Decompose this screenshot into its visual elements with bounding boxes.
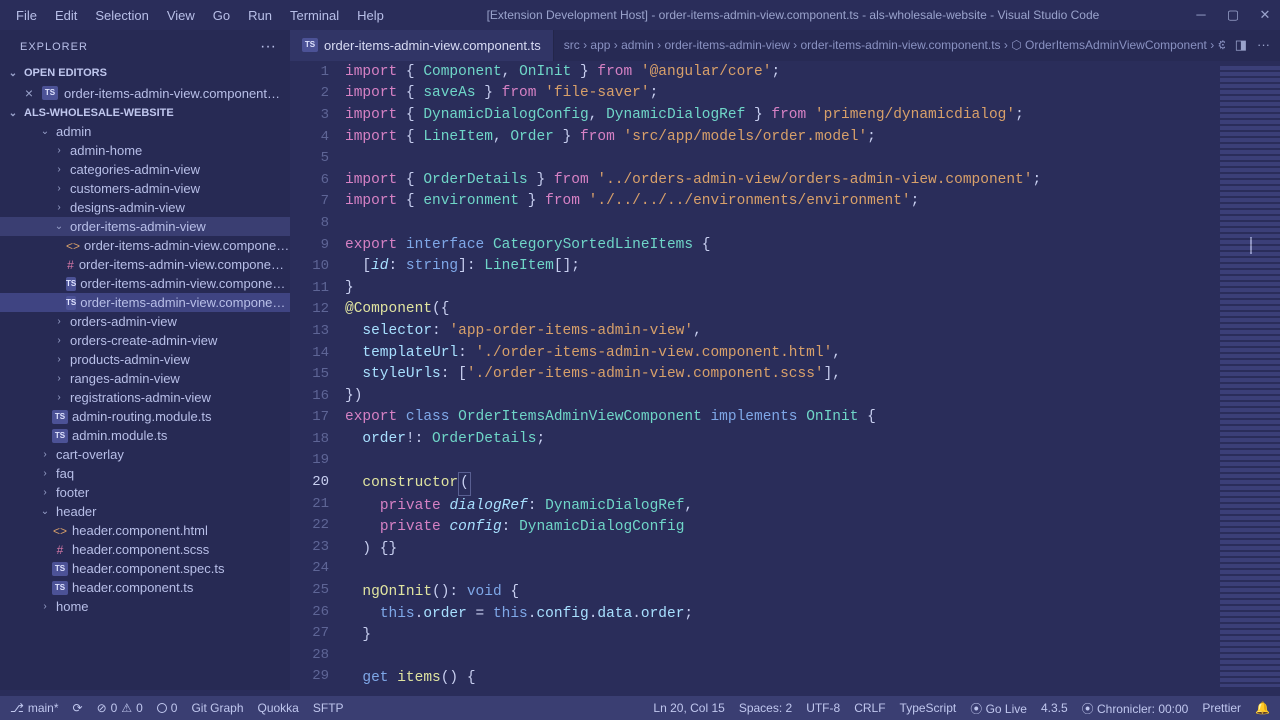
status-bar: ⎇ main* ⟳ ⊘ 0 ⚠ 0 0 Git Graph Quokka SFT… bbox=[0, 696, 1280, 720]
tree-item[interactable]: TS header.component.spec.ts bbox=[0, 559, 290, 578]
status-bell-icon[interactable]: 🔔 bbox=[1255, 701, 1270, 715]
tree-item[interactable]: TS order-items-admin-view.compone… bbox=[0, 274, 290, 293]
tree-item[interactable]: › ranges-admin-view bbox=[0, 369, 290, 388]
tree-item[interactable]: › orders-create-admin-view bbox=[0, 331, 290, 350]
tree-item[interactable]: TS admin.module.ts bbox=[0, 426, 290, 445]
more-actions-icon[interactable]: ··· bbox=[1257, 37, 1270, 53]
status-errors[interactable]: ⊘ 0 ⚠ 0 bbox=[97, 701, 143, 715]
minimap[interactable] bbox=[1220, 64, 1280, 687]
open-editor-item[interactable]: × TS order-items-admin-view.component… bbox=[0, 82, 290, 104]
tree-item[interactable]: › home bbox=[0, 597, 290, 616]
status-chronicler[interactable]: ⦿ Chronicler: 00:00 bbox=[1082, 700, 1189, 717]
ts-file-icon: TS bbox=[42, 86, 58, 100]
status-branch[interactable]: ⎇ main* bbox=[10, 701, 59, 715]
tree-item[interactable]: <> order-items-admin-view.compone… ● bbox=[0, 236, 290, 255]
status-encoding[interactable]: UTF-8 bbox=[806, 701, 840, 715]
menu-help[interactable]: Help bbox=[349, 4, 392, 27]
tree-item[interactable]: › footer bbox=[0, 483, 290, 502]
tree-item[interactable]: ⌄ header bbox=[0, 502, 290, 521]
menu-file[interactable]: File bbox=[8, 4, 45, 27]
tree-item[interactable]: TS header.component.ts bbox=[0, 578, 290, 597]
tree-item[interactable]: ⌄ order-items-admin-view bbox=[0, 217, 290, 236]
breadcrumb[interactable]: src › app › admin › order-items-admin-vi… bbox=[554, 38, 1225, 52]
status-gitgraph[interactable]: Git Graph bbox=[191, 701, 243, 715]
tree-item[interactable]: TS admin-routing.module.ts bbox=[0, 407, 290, 426]
menu-go[interactable]: Go bbox=[205, 4, 238, 27]
status-prettier[interactable]: Prettier bbox=[1202, 701, 1241, 715]
tree-item[interactable]: › products-admin-view bbox=[0, 350, 290, 369]
status-version[interactable]: 4.3.5 bbox=[1041, 701, 1068, 715]
chevron-down-icon: ⌄ bbox=[6, 108, 20, 119]
open-editors-header[interactable]: ⌄ OPEN EDITORS bbox=[0, 64, 290, 82]
explorer-label: EXPLORER bbox=[20, 41, 88, 53]
ts-file-icon: TS bbox=[302, 38, 318, 52]
window-title: [Extension Development Host] - order-ite… bbox=[392, 8, 1194, 22]
status-golive[interactable]: ⦿ Go Live bbox=[970, 700, 1027, 717]
close-icon[interactable]: ✕ bbox=[1258, 7, 1272, 23]
menu-bar: File Edit Selection View Go Run Terminal… bbox=[8, 4, 392, 27]
menu-selection[interactable]: Selection bbox=[87, 4, 156, 27]
tree-item[interactable]: # header.component.scss bbox=[0, 540, 290, 559]
tree-item[interactable]: # order-items-admin-view.compone… bbox=[0, 255, 290, 274]
split-editor-icon[interactable]: ◨ bbox=[1235, 37, 1247, 53]
menu-run[interactable]: Run bbox=[240, 4, 280, 27]
status-sync[interactable]: ⟳ bbox=[73, 701, 83, 715]
more-icon[interactable]: ··· bbox=[260, 38, 276, 56]
close-editor-icon[interactable]: × bbox=[22, 85, 36, 101]
maximize-icon[interactable]: ▢ bbox=[1226, 7, 1240, 23]
sidebar: EXPLORER ··· ⌄ OPEN EDITORS × TS order-i… bbox=[0, 30, 290, 690]
menu-edit[interactable]: Edit bbox=[47, 4, 85, 27]
status-eol[interactable]: CRLF bbox=[854, 701, 885, 715]
chevron-down-icon: ⌄ bbox=[6, 68, 20, 79]
menu-terminal[interactable]: Terminal bbox=[282, 4, 347, 27]
status-port[interactable]: 0 bbox=[157, 701, 178, 715]
status-position[interactable]: Ln 20, Col 15 bbox=[653, 701, 724, 715]
minimize-icon[interactable]: ─ bbox=[1194, 7, 1208, 23]
tree-item[interactable]: ⌄ admin bbox=[0, 122, 290, 141]
menu-view[interactable]: View bbox=[159, 4, 203, 27]
tree-item[interactable]: › designs-admin-view bbox=[0, 198, 290, 217]
status-quokka[interactable]: Quokka bbox=[258, 701, 299, 715]
tree-item[interactable]: › categories-admin-view bbox=[0, 160, 290, 179]
status-spaces[interactable]: Spaces: 2 bbox=[739, 701, 792, 715]
status-language[interactable]: TypeScript bbox=[900, 701, 957, 715]
tree-item[interactable]: › orders-admin-view bbox=[0, 312, 290, 331]
tree-item[interactable]: › cart-overlay bbox=[0, 445, 290, 464]
tree-item[interactable]: › admin-home bbox=[0, 141, 290, 160]
tree-item[interactable]: TS order-items-admin-view.compone… bbox=[0, 293, 290, 312]
workspace-header[interactable]: ⌄ ALS-WHOLESALE-WEBSITE bbox=[0, 104, 290, 122]
tree-item[interactable]: › faq bbox=[0, 464, 290, 483]
editor-tab[interactable]: TS order-items-admin-view.component.ts bbox=[290, 30, 554, 61]
file-tree: ⌄ admin› admin-home› categories-admin-vi… bbox=[0, 122, 290, 690]
tree-item[interactable]: <> header.component.html bbox=[0, 521, 290, 540]
code-editor[interactable]: 1234567891011121314151617181920212223242… bbox=[290, 61, 1280, 690]
status-sftp[interactable]: SFTP bbox=[313, 701, 344, 715]
tree-item[interactable]: › registrations-admin-view bbox=[0, 388, 290, 407]
code-content[interactable]: import { Component, OnInit } from '@angu… bbox=[345, 61, 1280, 690]
tree-item[interactable]: › customers-admin-view bbox=[0, 179, 290, 198]
